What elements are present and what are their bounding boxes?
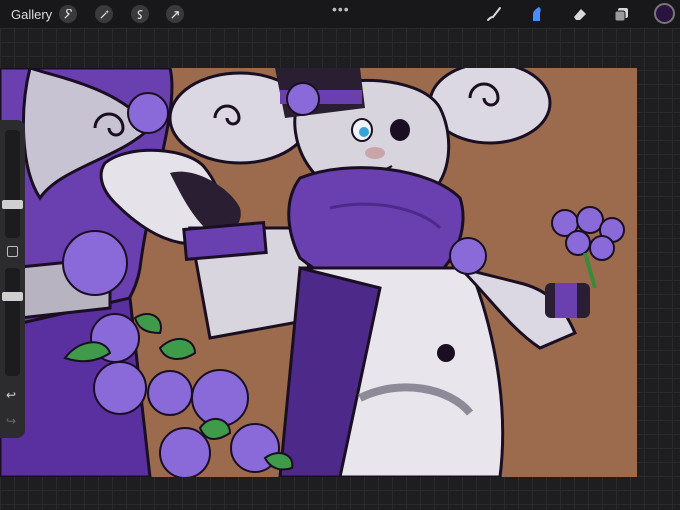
drawing-canvas[interactable] <box>0 68 637 477</box>
magic-wand-icon[interactable] <box>95 5 113 23</box>
redo-button[interactable]: ↪ <box>6 414 16 428</box>
undo-button[interactable]: ↩ <box>6 388 16 402</box>
layers-icon[interactable] <box>613 5 631 23</box>
eraser-icon[interactable] <box>571 5 589 23</box>
top-toolbar: Gallery ••• <box>0 0 680 28</box>
selection-icon[interactable] <box>131 5 149 23</box>
left-sidebar: ↩ ↪ <box>0 120 25 438</box>
more-menu-button[interactable]: ••• <box>332 1 350 17</box>
artwork <box>0 68 637 477</box>
modify-button[interactable] <box>7 246 18 257</box>
opacity-slider[interactable] <box>5 268 20 376</box>
wrench-icon[interactable] <box>59 5 77 23</box>
current-color-swatch[interactable] <box>654 3 675 24</box>
smudge-icon[interactable] <box>528 5 546 23</box>
opacity-thumb[interactable] <box>2 292 23 302</box>
brush-size-slider[interactable] <box>5 130 20 238</box>
gallery-button[interactable]: Gallery <box>11 7 52 22</box>
brush-icon[interactable] <box>485 5 503 23</box>
brush-size-thumb[interactable] <box>2 200 23 210</box>
transform-arrow-icon[interactable] <box>166 5 184 23</box>
